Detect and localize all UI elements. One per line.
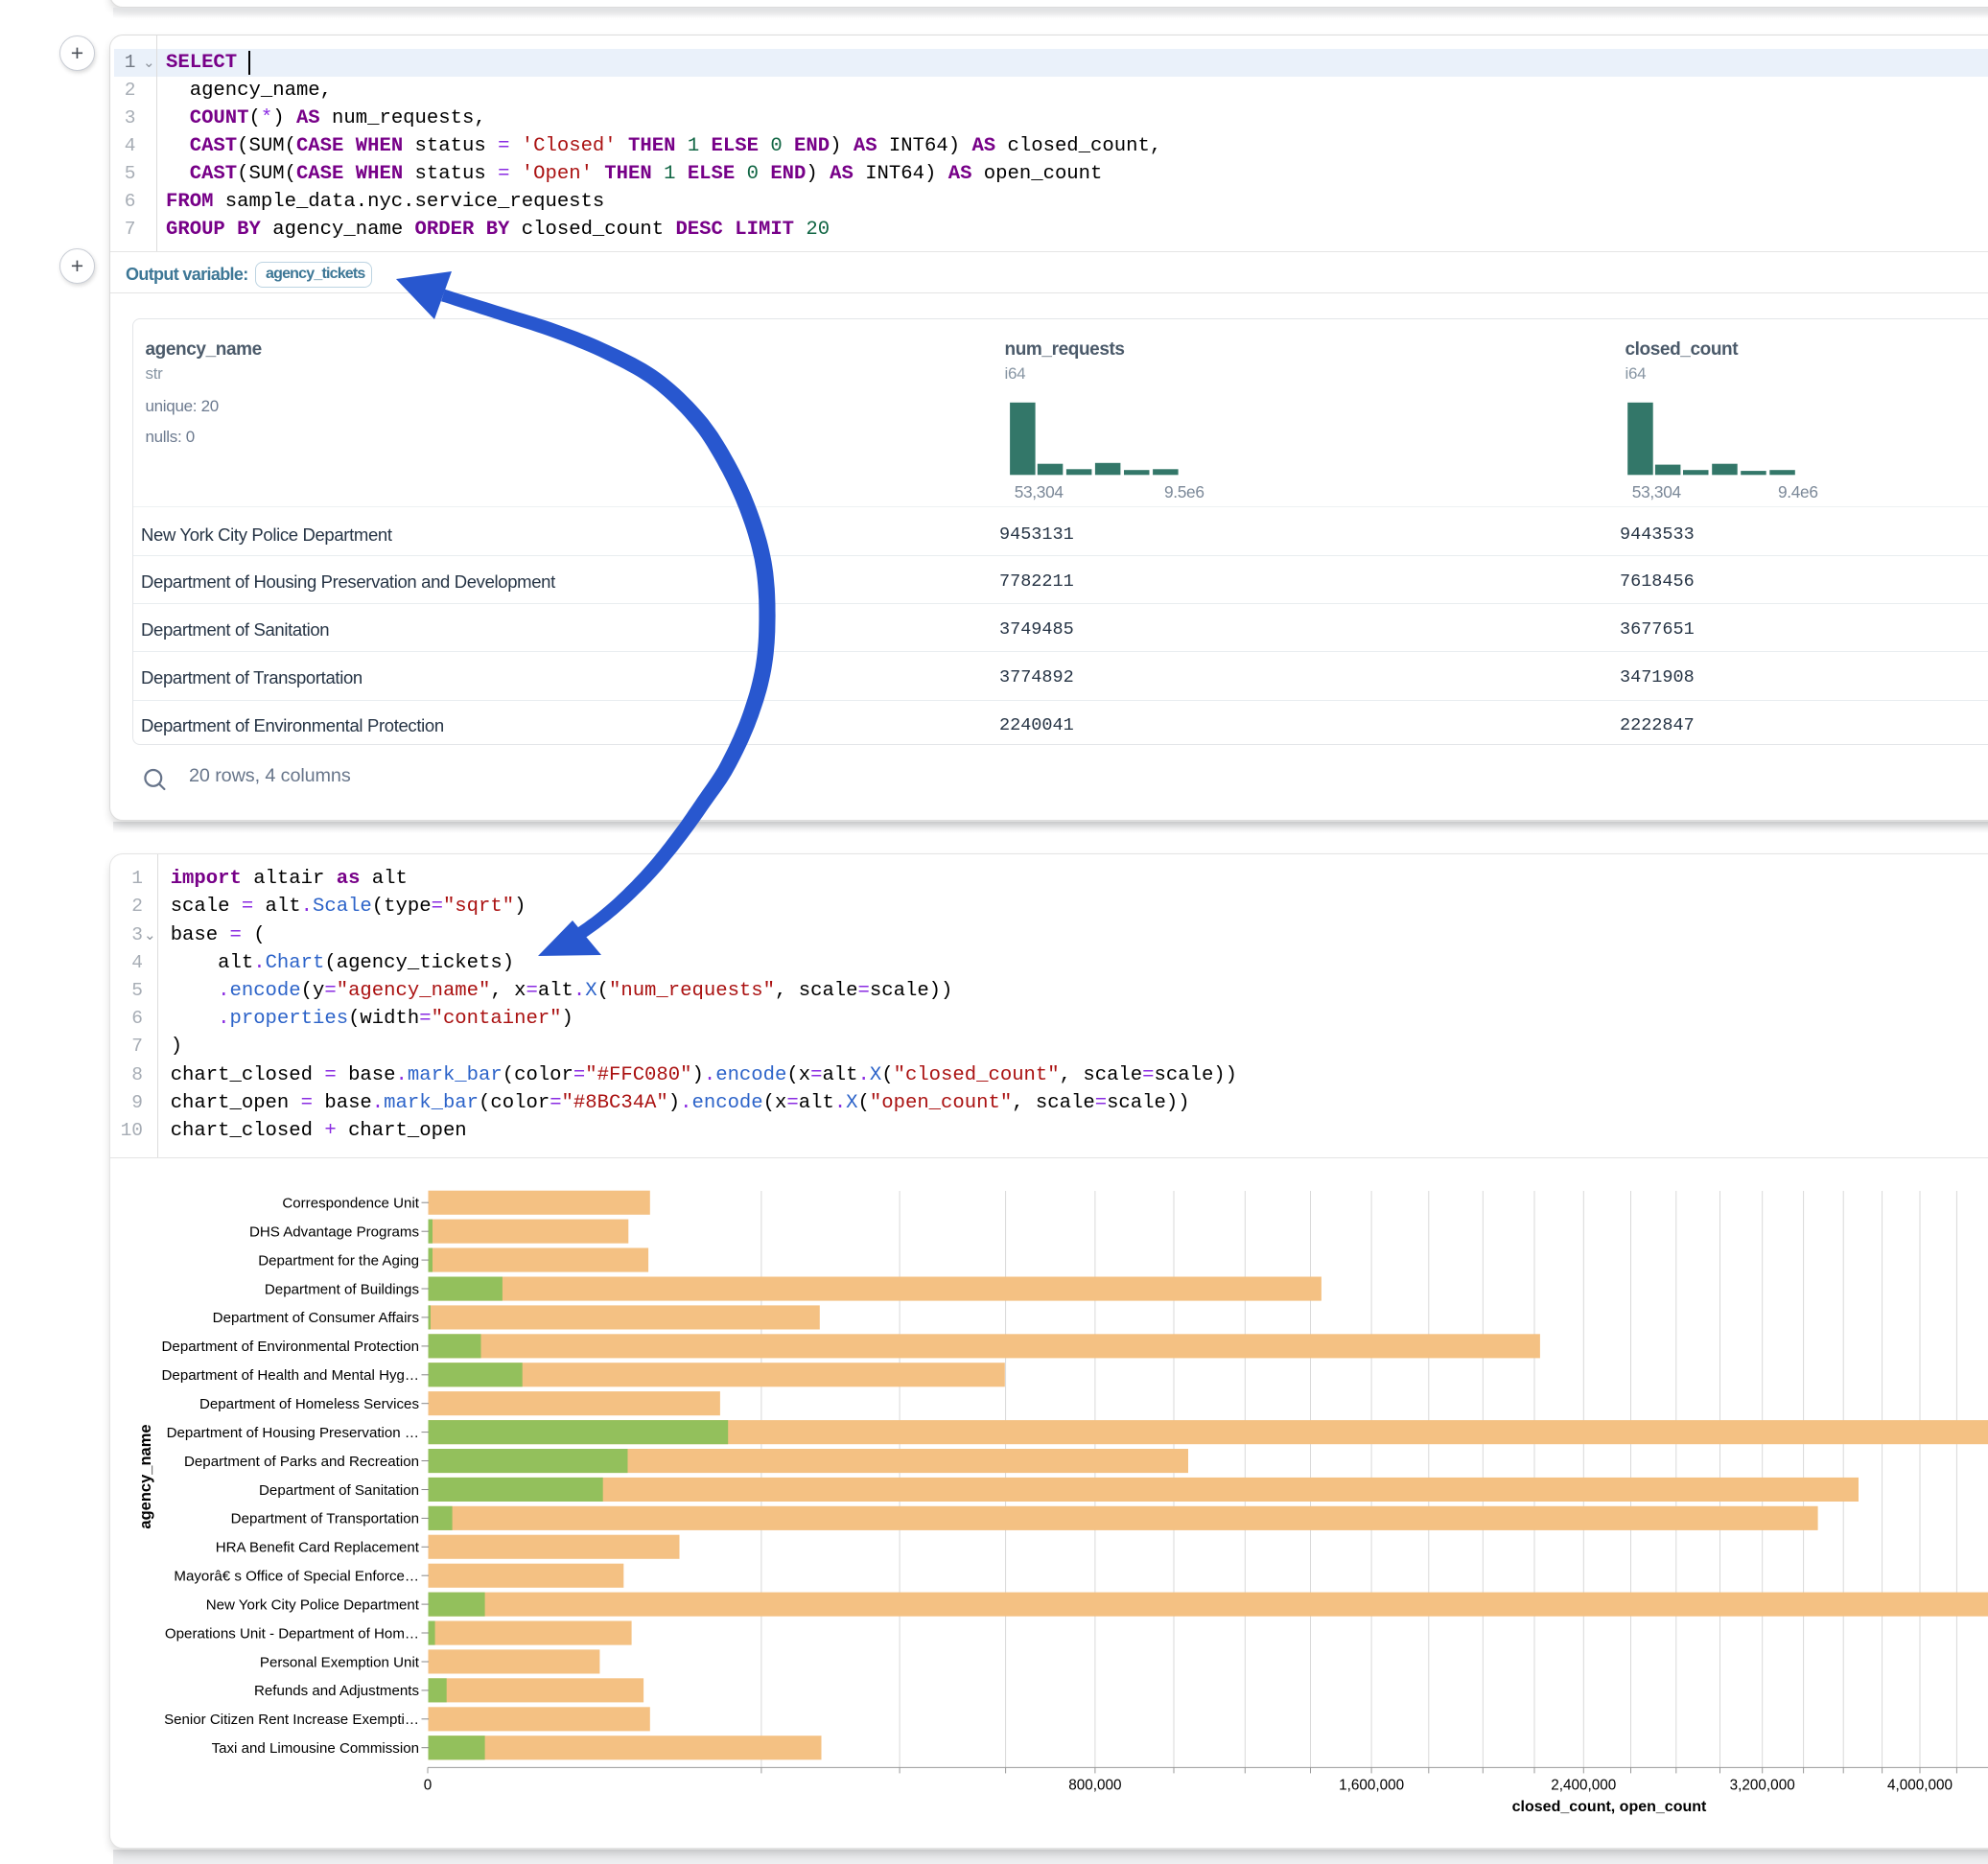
svg-text:Department for the Aging: Department for the Aging: [258, 1252, 419, 1269]
svg-text:Department of Sanitation: Department of Sanitation: [259, 1482, 419, 1499]
svg-text:Department of Health and Menta: Department of Health and Mental Hyg…: [162, 1367, 419, 1384]
svg-text:DHS Advantage Programs: DHS Advantage Programs: [249, 1224, 419, 1241]
svg-text:Department of Housing Preserva: Department of Housing Preservation …: [167, 1425, 419, 1441]
svg-text:closed_count, open_count: closed_count, open_count: [1512, 1799, 1707, 1815]
svg-text:Department of Transportation: Department of Transportation: [231, 1511, 419, 1527]
svg-text:Department of Parks and Recrea: Department of Parks and Recreation: [184, 1454, 419, 1470]
svg-text:Operations Unit - Department o: Operations Unit - Department of Hom…: [165, 1625, 419, 1642]
svg-text:Personal Exemption Unit: Personal Exemption Unit: [260, 1654, 420, 1670]
svg-text:Refunds and Adjustments: Refunds and Adjustments: [254, 1683, 419, 1699]
svg-text:0: 0: [424, 1778, 433, 1794]
svg-text:Department of Homeless Service: Department of Homeless Services: [199, 1396, 419, 1412]
svg-text:800,000: 800,000: [1068, 1778, 1121, 1794]
svg-text:Senior Citizen Rent Increase E: Senior Citizen Rent Increase Exempti…: [164, 1712, 419, 1728]
svg-text:Department of Consumer Affairs: Department of Consumer Affairs: [213, 1310, 419, 1326]
svg-text:HRA Benefit Card Replacement: HRA Benefit Card Replacement: [216, 1540, 420, 1556]
svg-text:3,200,000: 3,200,000: [1730, 1778, 1795, 1794]
svg-text:New York City Police Departmen: New York City Police Department: [206, 1596, 420, 1613]
svg-text:Department of Environmental Pr: Department of Environmental Protection: [162, 1339, 419, 1355]
svg-text:Mayorâ€ s Office of Special En: Mayorâ€ s Office of Special Enforce…: [174, 1569, 419, 1585]
svg-text:1,600,000: 1,600,000: [1339, 1778, 1404, 1794]
svg-text:Department of Buildings: Department of Buildings: [265, 1281, 419, 1297]
svg-text:Correspondence Unit: Correspondence Unit: [282, 1196, 419, 1212]
svg-text:2,400,000: 2,400,000: [1551, 1778, 1616, 1794]
svg-text:4,000,000: 4,000,000: [1887, 1778, 1953, 1794]
svg-text:Taxi and Limousine Commission: Taxi and Limousine Commission: [212, 1740, 419, 1757]
svg-text:agency_name: agency_name: [137, 1424, 154, 1528]
